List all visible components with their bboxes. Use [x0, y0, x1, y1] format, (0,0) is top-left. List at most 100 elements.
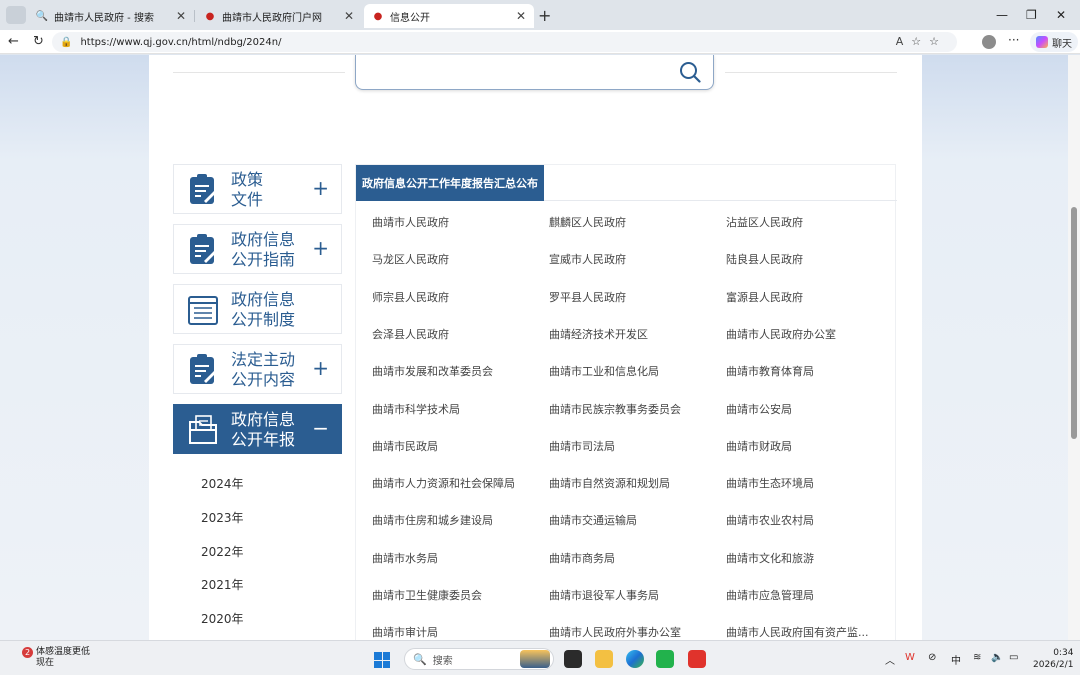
tab-info-public[interactable]: ● 信息公开 ✕ [364, 4, 534, 28]
sidebar-item-annual-report[interactable]: 政府信息 公开年报 − [173, 404, 342, 454]
year-link-2021[interactable]: 2021年 [201, 576, 244, 593]
expand-icon[interactable]: + [312, 178, 329, 198]
org-link[interactable]: 麒麟区人民政府 [549, 214, 626, 230]
org-link[interactable]: 曲靖市农业农村局 [726, 512, 814, 528]
org-link[interactable]: 曲靖市科学技术局 [372, 401, 460, 417]
profile-avatar[interactable] [982, 35, 996, 49]
address-bar[interactable]: 🔒 https://www.qj.gov.cn/html/ndbg/2024n/… [52, 32, 957, 52]
restore-button[interactable]: ❐ [1026, 8, 1037, 22]
sidebar-item-policy-files[interactable]: 政策 文件 + [173, 164, 342, 214]
refresh-button[interactable]: ↻ [33, 34, 44, 49]
org-link[interactable]: 马龙区人民政府 [372, 251, 449, 267]
search-icon[interactable] [679, 61, 701, 83]
favorites-icon[interactable]: ☆ [929, 35, 947, 48]
taskbar: 2 体感温度更低 现在 🔍 搜索 ︿ W ⊘ 中 ≋ 🔈 ▭ 0:34 2026… [0, 640, 1080, 675]
clipboard-edit-icon [190, 234, 217, 264]
org-link[interactable]: 会泽县人民政府 [372, 326, 449, 342]
org-link[interactable]: 曲靖市人民政府外事办公室 [549, 624, 681, 640]
org-link[interactable]: 曲靖市住房和城乡建设局 [372, 512, 493, 528]
year-link-2023[interactable]: 2023年 [201, 509, 244, 526]
site-search-input[interactable] [355, 55, 714, 90]
expand-icon[interactable]: + [312, 238, 329, 258]
tab-separator [194, 10, 195, 22]
scrollbar-thumb[interactable] [1071, 207, 1077, 439]
weather-widget[interactable]: 2 体感温度更低 现在 [16, 647, 90, 669]
year-link-2024[interactable]: 2024年 [201, 475, 244, 492]
label-line: 公开制度 [231, 310, 296, 329]
wps-tray-icon[interactable]: W [905, 652, 915, 663]
battery-icon[interactable]: ▭ [1009, 652, 1018, 663]
network-off-icon[interactable]: ⊘ [928, 652, 936, 663]
url-text: https://www.qj.gov.cn/html/ndbg/2024n/ [80, 36, 282, 48]
org-link[interactable]: 曲靖市人民政府国有资产监... [726, 624, 869, 640]
chat-button[interactable]: 聊天 [1030, 32, 1078, 52]
org-link[interactable]: 曲靖市审计局 [372, 624, 438, 640]
org-link[interactable]: 曲靖市卫生健康委员会 [372, 587, 482, 603]
tab-title: 曲靖市人民政府门户网 [222, 12, 322, 24]
org-link[interactable]: 曲靖市工业和信息化局 [549, 363, 659, 379]
input-method-indicator[interactable]: 中 [951, 652, 961, 667]
windows-start-icon[interactable] [374, 652, 390, 668]
back-button[interactable]: ← [8, 34, 19, 49]
favorite-star-icon[interactable]: ☆ [911, 35, 929, 48]
org-link[interactable]: 陆良县人民政府 [726, 251, 803, 267]
label-line: 公开内容 [231, 370, 296, 389]
system-clock[interactable]: 0:34 2026/2/1 [1033, 647, 1073, 671]
org-link[interactable]: 罗平县人民政府 [549, 289, 626, 305]
new-tab-button[interactable]: + [538, 6, 551, 25]
org-link[interactable]: 曲靖市水务局 [372, 550, 438, 566]
org-link[interactable]: 曲靖市教育体育局 [726, 363, 814, 379]
org-link[interactable]: 曲靖市发展和改革委员会 [372, 363, 493, 379]
more-options-icon[interactable]: ··· [1008, 33, 1019, 47]
tab-search[interactable]: 🔍 曲靖市人民政府 - 搜索 ✕ [28, 4, 195, 28]
year-link-2022[interactable]: 2022年 [201, 543, 244, 560]
show-hidden-icons[interactable]: ︿ [885, 652, 895, 667]
org-link[interactable]: 曲靖市文化和旅游 [726, 550, 814, 566]
org-link[interactable]: 曲靖市生态环境局 [726, 475, 814, 491]
file-explorer-icon[interactable] [595, 650, 613, 668]
task-view-icon[interactable] [564, 650, 582, 668]
org-link[interactable]: 曲靖市司法局 [549, 438, 615, 454]
year-link-2020[interactable]: 2020年 [201, 610, 244, 627]
sidebar-item-statutory-content[interactable]: 法定主动 公开内容 + [173, 344, 342, 394]
minimize-button[interactable]: — [996, 8, 1008, 22]
org-link[interactable]: 曲靖市民政局 [372, 438, 438, 454]
close-icon[interactable]: ✕ [516, 9, 526, 23]
wps-office-icon[interactable] [688, 650, 706, 668]
collapse-icon[interactable]: − [312, 418, 329, 438]
org-link[interactable]: 曲靖市交通运输局 [549, 512, 637, 528]
close-icon[interactable]: ✕ [344, 9, 354, 23]
org-link[interactable]: 曲靖市公安局 [726, 401, 792, 417]
org-link[interactable]: 曲靖市退役军人事务局 [549, 587, 659, 603]
tab-actions-button[interactable] [6, 6, 26, 24]
wechat-icon[interactable] [656, 650, 674, 668]
wifi-icon[interactable]: ≋ [973, 652, 981, 663]
read-aloud-icon[interactable]: A [896, 35, 912, 48]
org-link[interactable]: 曲靖市自然资源和规划局 [549, 475, 670, 491]
page-scrollbar[interactable] [1068, 55, 1080, 640]
edge-browser-icon[interactable] [626, 650, 644, 668]
expand-icon[interactable]: + [312, 358, 329, 378]
org-link[interactable]: 富源县人民政府 [726, 289, 803, 305]
org-link[interactable]: 曲靖市应急管理局 [726, 587, 814, 603]
org-link[interactable]: 沾益区人民政府 [726, 214, 803, 230]
sidebar-item-disclosure-guide[interactable]: 政府信息 公开指南 + [173, 224, 342, 274]
volume-icon[interactable]: 🔈 [991, 652, 1003, 663]
panel-title: 政府信息公开工作年度报告汇总公布 [356, 165, 544, 201]
org-link[interactable]: 曲靖经济技术开发区 [549, 326, 648, 342]
org-link[interactable]: 宣威市人民政府 [549, 251, 626, 267]
tab-portal[interactable]: ● 曲靖市人民政府门户网 ✕ [196, 4, 362, 28]
org-link[interactable]: 曲靖市人民政府 [372, 214, 449, 230]
sidebar-item-disclosure-system[interactable]: 政府信息 公开制度 [173, 284, 342, 334]
org-link[interactable]: 曲靖市人民政府办公室 [726, 326, 836, 342]
close-icon[interactable]: ✕ [176, 9, 186, 23]
org-link[interactable]: 曲靖市商务局 [549, 550, 615, 566]
address-bar-tools: A☆☆ [896, 35, 947, 48]
label-line: 政策 [231, 170, 264, 189]
org-link[interactable]: 曲靖市财政局 [726, 438, 792, 454]
close-window-button[interactable]: ✕ [1056, 8, 1066, 22]
org-link[interactable]: 曲靖市民族宗教事务委员会 [549, 401, 681, 417]
org-link[interactable]: 曲靖市人力资源和社会保障局 [372, 475, 515, 491]
page-viewport: 政策 文件 + 政府信息 公开指南 + 政府信息 公开制度 法定主动 公开内容 … [0, 55, 1068, 640]
org-link[interactable]: 师宗县人民政府 [372, 289, 449, 305]
